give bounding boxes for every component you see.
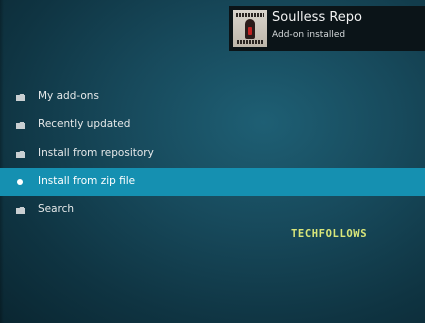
bullet-icon	[17, 178, 23, 185]
notification-title: Soulless Repo	[272, 10, 362, 25]
notification-subtitle: Add-on installed	[272, 30, 346, 40]
menu-item-my-addons[interactable]: My add-ons	[0, 83, 425, 111]
menu-item-label: Search	[38, 203, 75, 216]
menu-item-label: Install from repository	[38, 146, 154, 159]
addon-browser-screen: Soulless Repo Add-on installed My add-on…	[0, 0, 425, 323]
menu-item-label: Install from zip file	[38, 174, 136, 187]
menu-item-install-from-repository[interactable]: Install from repository	[0, 140, 425, 168]
menu-item-recently-updated[interactable]: Recently updated	[0, 111, 425, 139]
menu-item-label: My add-ons	[38, 90, 99, 102]
folder-icon	[16, 122, 25, 130]
folder-icon	[16, 94, 25, 101]
repo-thumbnail-icon	[233, 10, 267, 47]
watermark: TECHFOLLOWS	[291, 228, 368, 240]
folder-icon	[16, 207, 25, 215]
menu-item-label: Recently updated	[38, 118, 131, 131]
addon-installed-notification: Soulless Repo Add-on installed	[229, 6, 425, 51]
folder-icon	[16, 150, 25, 158]
menu-item-search[interactable]: Search	[0, 196, 425, 224]
menu-item-install-from-zip-file[interactable]: Install from zip file	[0, 167, 425, 197]
addon-menu: My add-ons Recently updated Install from…	[0, 83, 425, 224]
